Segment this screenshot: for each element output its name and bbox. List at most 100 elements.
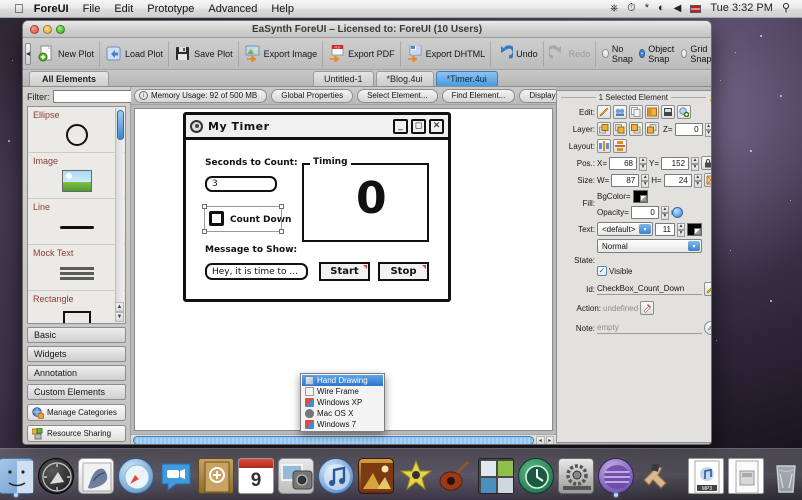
list-item[interactable]: Image (28, 153, 125, 199)
category-basic[interactable]: Basic (27, 327, 126, 343)
send-backward-icon[interactable] (629, 122, 643, 136)
undo-button[interactable]: Undo (491, 40, 544, 67)
dock-item-automator[interactable] (638, 458, 674, 494)
theme-option-windows-7[interactable]: Windows 7 (302, 419, 383, 430)
z-stepper[interactable]: ▲ ▼ (704, 122, 711, 137)
menu-item-file[interactable]: File (83, 3, 101, 15)
ui-theme-dropdown[interactable]: Hand Drawing Wire Frame Windows XP Mac O… (300, 373, 385, 432)
w-value[interactable]: 87 (611, 173, 640, 187)
dock-item-foreui[interactable] (598, 458, 634, 497)
spotlight-icon[interactable]: ⚲ (782, 3, 790, 14)
mockup-maximize-icon[interactable]: ◻ (411, 118, 426, 134)
tab-timer-4ui[interactable]: *Timer.4ui (435, 71, 498, 86)
mockup-minimize-icon[interactable]: _ (393, 118, 408, 134)
category-annotation[interactable]: Annotation (27, 365, 126, 381)
start-button[interactable]: Start (319, 262, 370, 281)
grid-snap-radio[interactable]: Grid Snap (681, 44, 711, 64)
autosize-icon[interactable] (703, 173, 711, 187)
y-value[interactable]: 152 (661, 156, 690, 170)
font-size-stepper[interactable]: ▲ ▼ (677, 222, 685, 237)
volume-icon[interactable]: ◀ (674, 3, 682, 14)
dock-item-mail[interactable] (78, 458, 114, 494)
dock-item-system-preferences[interactable] (558, 458, 594, 494)
menu-item-prototype[interactable]: Prototype (147, 3, 194, 15)
category-widgets[interactable]: Widgets (27, 346, 126, 362)
list-item[interactable]: Ellipse (28, 107, 125, 153)
dock-item-iphoto[interactable] (278, 458, 314, 494)
dock-item-mp3-file[interactable]: MP3 (688, 458, 724, 494)
bgcolor-swatch[interactable] (632, 190, 648, 203)
note-value[interactable]: empty (597, 323, 702, 334)
global-properties-button[interactable]: Global Properties (271, 88, 354, 103)
w-stepper[interactable]: ▲ ▼ (641, 173, 650, 188)
align-horizontal-icon[interactable] (597, 139, 611, 153)
resource-sharing-button[interactable]: Resource Sharing (27, 425, 126, 442)
tab-all-elements[interactable]: All Elements (29, 71, 110, 86)
menu-item-foreui[interactable]: ForeUI (34, 3, 69, 15)
seconds-input[interactable]: 3 (205, 176, 277, 192)
theme-option-mac-os-x[interactable]: Mac OS X (302, 408, 383, 419)
wifi-icon[interactable]: ◐ (658, 3, 665, 14)
align-vertical-icon[interactable] (613, 139, 627, 153)
font-size-value[interactable]: 11 (655, 222, 675, 236)
x-value[interactable]: 68 (609, 156, 638, 170)
scroll-down-icon[interactable]: ▼ (115, 312, 124, 322)
tab-untitled-1[interactable]: Untitled-1 (313, 71, 374, 86)
select-element-button[interactable]: Select Element... (357, 88, 438, 103)
hscroll-thumb[interactable] (133, 436, 534, 444)
id-value[interactable]: CheckBox_Count_Down (597, 284, 702, 295)
dock-item-aperture[interactable] (358, 458, 394, 494)
h-value[interactable]: 24 (663, 173, 692, 187)
lock-icon[interactable] (701, 156, 711, 170)
timemachine-icon[interactable]: ⏱ (627, 3, 636, 14)
opacity-value[interactable]: 0 (630, 206, 659, 219)
paste-icon[interactable] (645, 105, 659, 119)
dock-item-time-machine[interactable] (518, 458, 554, 494)
export-image-button[interactable]: Export Image (239, 40, 324, 67)
canvas-horizontal-scrollbar[interactable]: ◂ ▸ (131, 434, 556, 444)
action-icon[interactable] (640, 301, 655, 315)
dock-item-finder[interactable] (0, 458, 34, 497)
send-back-icon[interactable] (645, 122, 659, 136)
dock-item-trash[interactable] (768, 458, 802, 494)
menu-item-help[interactable]: Help (271, 3, 294, 15)
hscroll-arrows[interactable]: ◂ ▸ (536, 436, 554, 444)
text-color-swatch[interactable] (687, 222, 702, 236)
opacity-slider[interactable] (670, 207, 683, 218)
object-snap-radio[interactable]: Object Snap (639, 44, 677, 64)
pin-icon[interactable] (709, 93, 711, 102)
tab-blog-4ui[interactable]: *Blog.4ui (375, 71, 434, 86)
dock-item-itunes[interactable] (318, 458, 354, 494)
delete-icon[interactable] (661, 105, 675, 119)
theme-option-wire-frame[interactable]: Wire Frame (302, 386, 383, 397)
scrollbar-thumb[interactable] (117, 110, 124, 140)
vpn-icon[interactable]: ⎈ (610, 3, 618, 14)
new-plot-button[interactable]: New Plot (33, 40, 101, 67)
scroll-up-icon[interactable]: ▲ (115, 302, 124, 312)
y-stepper[interactable]: ▲ ▼ (691, 156, 700, 171)
scroll-right-icon[interactable]: ▸ (545, 436, 554, 444)
flag-icon[interactable] (690, 4, 702, 13)
theme-option-hand-drawing[interactable]: Hand Drawing (302, 375, 383, 386)
menu-clock[interactable]: Tue 3:32 PM (710, 3, 773, 14)
message-input[interactable]: Hey, it is time to ... (205, 263, 308, 280)
list-item[interactable]: Line (28, 199, 125, 245)
stop-button[interactable]: Stop (378, 262, 429, 281)
dock-item-address-book[interactable] (198, 458, 234, 494)
scroll-arrows[interactable]: ▲ ▼ (115, 302, 124, 322)
edit-pencil-icon[interactable] (597, 105, 611, 119)
dock-item-document-file[interactable] (728, 458, 764, 494)
dock-item-imovie[interactable] (398, 458, 434, 494)
group-icon[interactable] (613, 105, 627, 119)
copy-icon[interactable] (629, 105, 643, 119)
theme-option-windows-xp[interactable]: Windows XP (302, 397, 383, 408)
apple-menu-icon[interactable]:  (14, 2, 24, 15)
dock-item-dashboard[interactable] (38, 458, 74, 494)
text-style-select[interactable]: Normal ▾ (597, 239, 702, 253)
h-stepper[interactable]: ▲ ▼ (693, 173, 702, 188)
toolbar-scroll-left[interactable]: ◂ (25, 42, 32, 65)
dock-item-spaces[interactable] (478, 458, 514, 494)
dock-item-safari[interactable] (118, 458, 154, 494)
list-item[interactable]: Mock Text (28, 245, 125, 291)
export-dhtml-button[interactable]: Export DHTML (401, 40, 492, 67)
